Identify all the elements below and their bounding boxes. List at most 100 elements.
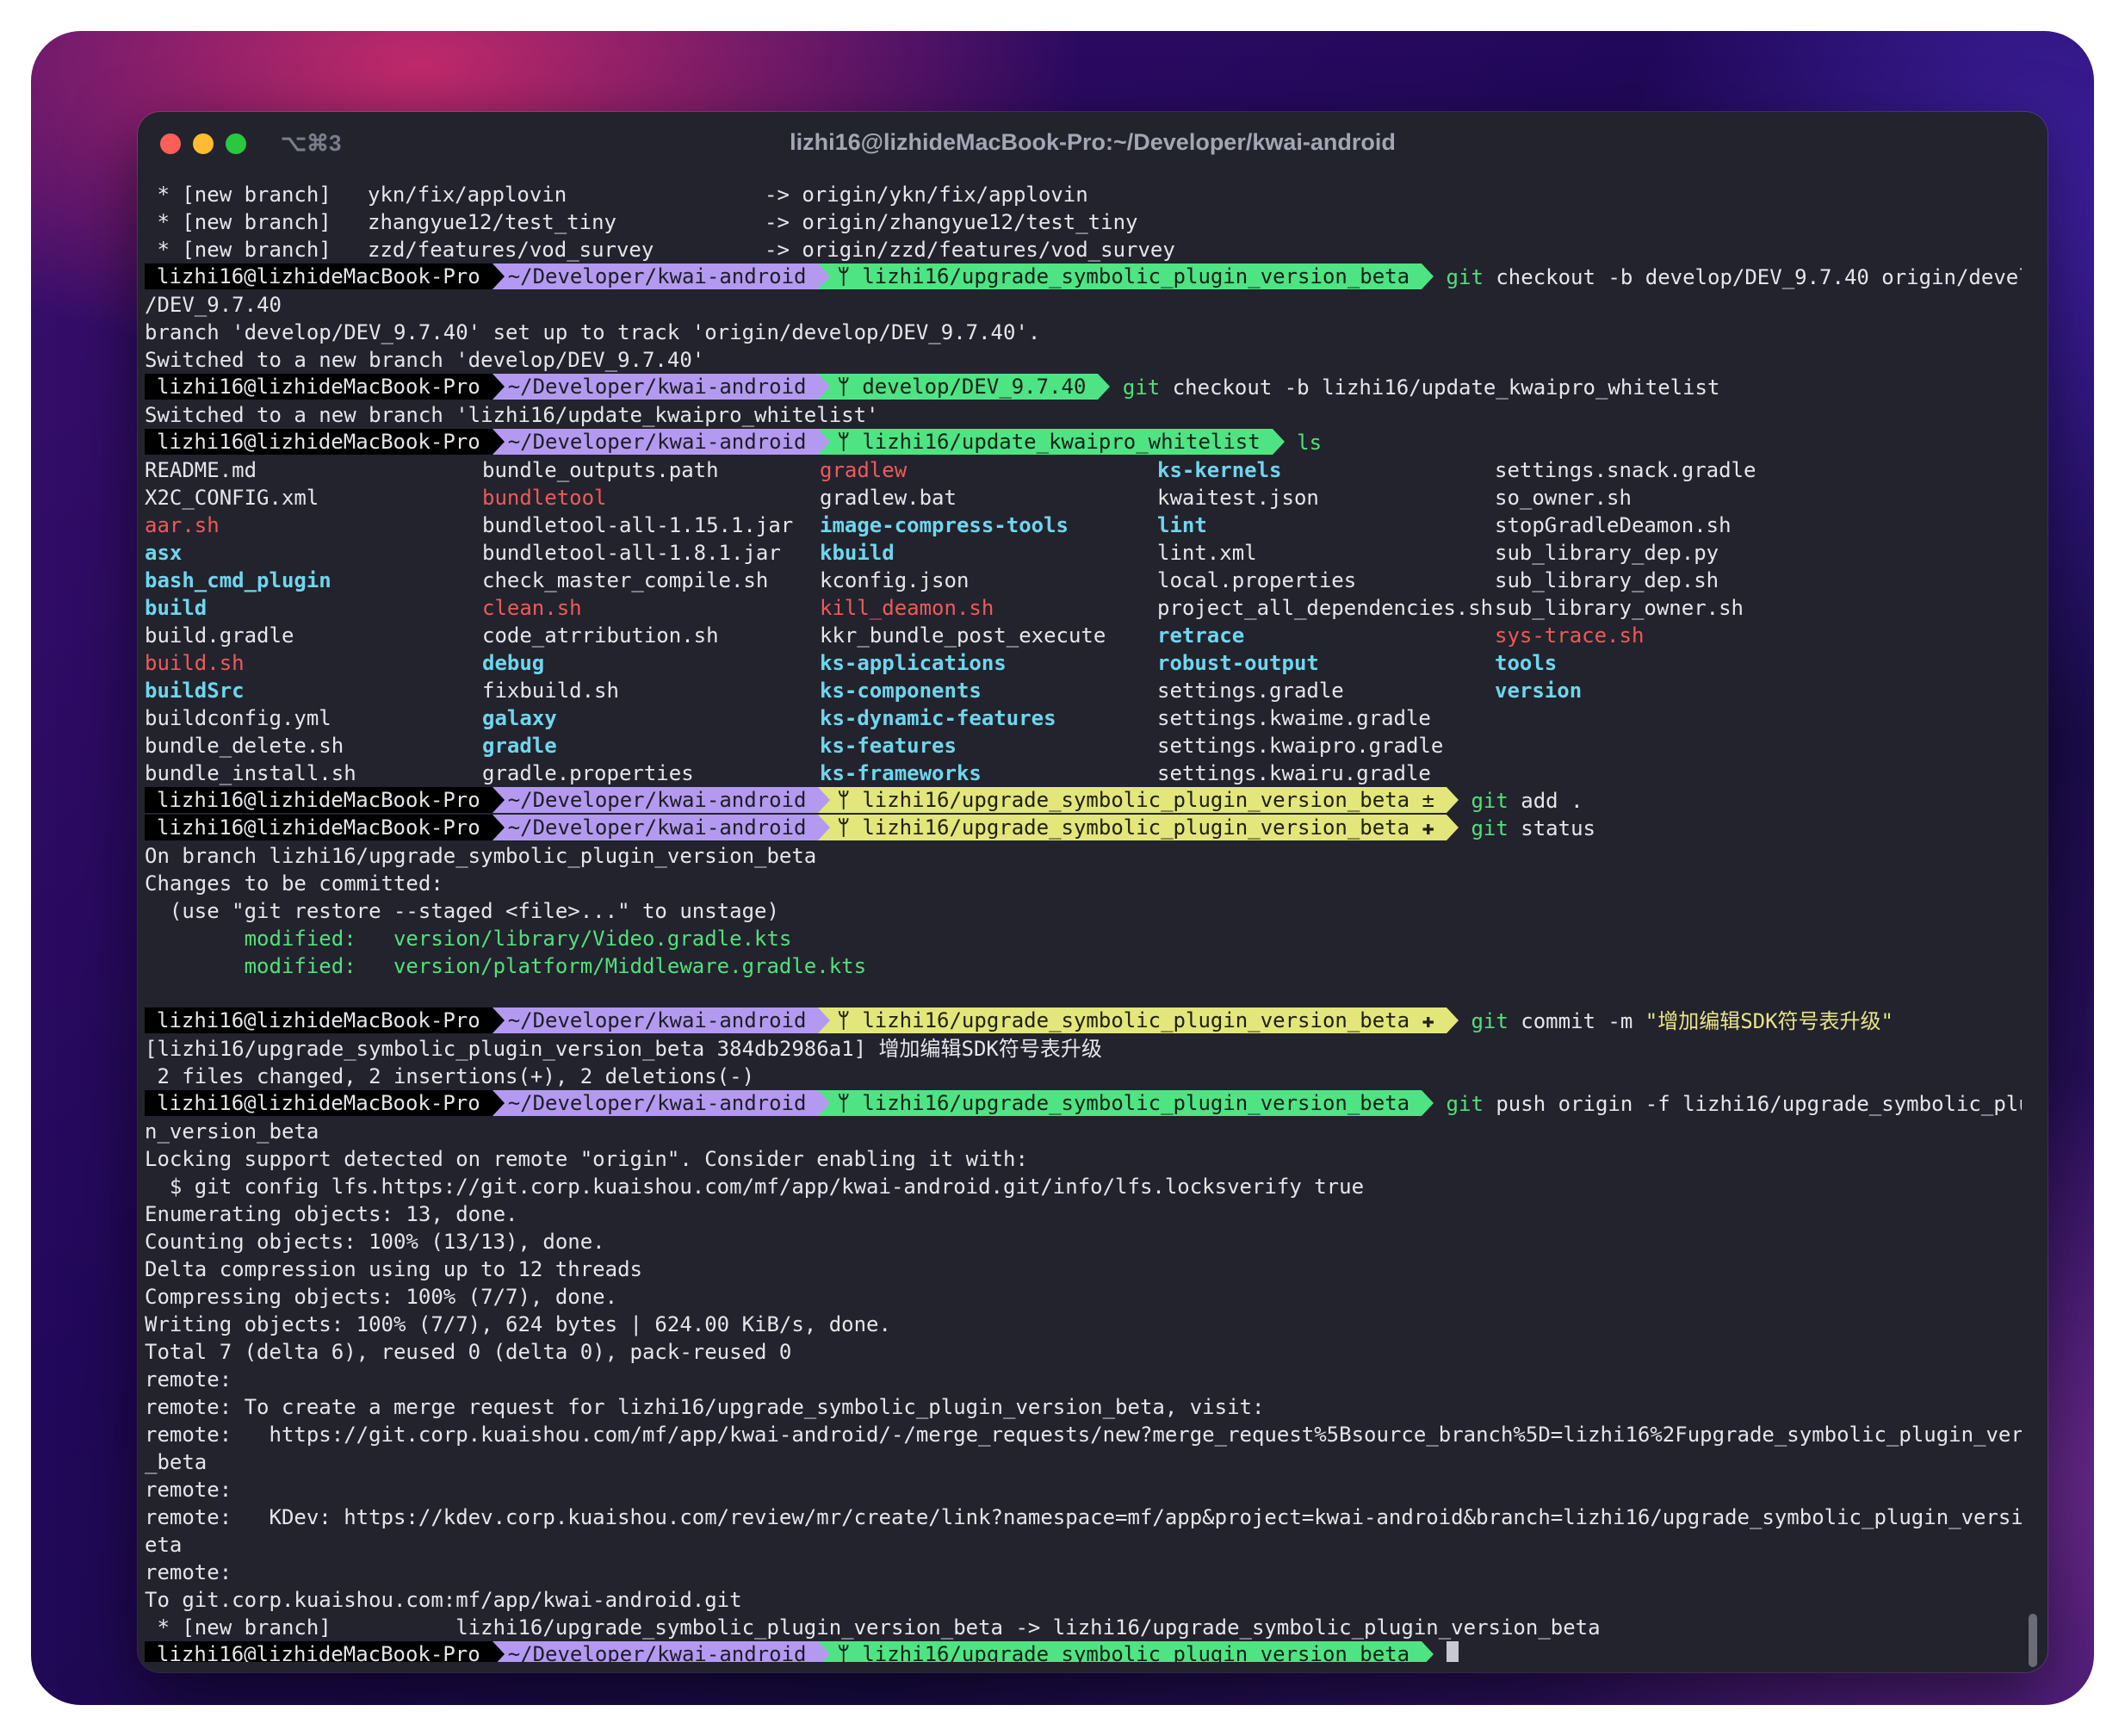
ls-entry: retrace — [1157, 623, 1245, 648]
ls-entry: debug — [482, 651, 545, 675]
ls-entry: sys-trace.sh — [1495, 623, 1645, 648]
segment-arrow — [492, 1008, 505, 1033]
output-line: [lizhi16/upgrade_symbolic_plugin_version… — [145, 1037, 1102, 1061]
ls-listing: README.md bundle_outputs.path gradlew ks-ke… — [145, 456, 2022, 787]
output-line: Switched to a new branch 'develop/DEV_9.… — [145, 348, 705, 372]
prompt-line: lizhi16@lizhideMacBook-Pro ~/Developer/kw… — [145, 1090, 2022, 1118]
ls-entry: kconfig.json — [820, 568, 970, 592]
output-line: eta — [145, 1533, 183, 1557]
prompt-user: lizhi16@lizhideMacBook-Pro — [145, 1090, 493, 1116]
fetch-local-branch: ykn/fix/applovin — [368, 183, 567, 207]
output-line: remote: To create a merge request for li… — [145, 1395, 1265, 1419]
ls-entry: build.sh — [145, 651, 245, 675]
ls-entry: kwaitest.json — [1157, 486, 1319, 510]
fetch-line: * [new branch] zhangyue12/test_tiny -> ori… — [145, 208, 2022, 236]
fetch-local-branch: zzd/features/vod_survey — [368, 238, 654, 262]
ls-entry: bash_cmd_plugin — [145, 568, 331, 592]
commit-message: "增加编辑SDK符号表升级" — [1645, 1009, 1894, 1033]
command-args: add . — [1521, 789, 1583, 813]
branch-name: lizhi16/upgrade_symbolic_plugin_version_… — [862, 1642, 1410, 1662]
output-line: Counting objects: 100% (13/13), done. — [145, 1230, 605, 1254]
segment-arrow — [492, 787, 505, 813]
command-name: git — [1446, 1092, 1484, 1116]
prompt-path: ~/Developer/kwai-android — [492, 374, 819, 400]
fetch-remote-branch: -> origin/zzd/features/vod_survey — [765, 238, 1175, 262]
prompt-git-branch: ᛘ develop/DEV_9.7.40 — [818, 374, 1099, 400]
terminal-window[interactable]: ⌥⌘3 lizhi16@lizhideMacBook-Pro:~/Develop… — [138, 112, 2048, 1672]
command-args: checkout -b develop/DEV_9.7.40 origin/de… — [1496, 265, 2022, 289]
ls-entry: gradlew.bat — [820, 486, 957, 510]
branch-icon: ᛘ — [837, 815, 863, 840]
command-name: git — [1471, 789, 1509, 813]
ls-entry: lint.xml — [1157, 541, 1257, 565]
branch-icon: ᛘ — [837, 375, 863, 399]
prompt-line-current[interactable]: lizhi16@lizhideMacBook-Pro ~/Developer/kw… — [145, 1641, 2022, 1662]
segment-arrow — [818, 815, 831, 840]
prompt-user: lizhi16@lizhideMacBook-Pro — [145, 1008, 493, 1033]
output-line: 2 files changed, 2 insertions(+), 2 dele… — [145, 1064, 755, 1088]
output-line: _beta — [145, 1450, 208, 1474]
prompt-git-branch: ᛘ lizhi16/upgrade_symbolic_plugin_versio… — [818, 1008, 1447, 1033]
fetch-line: * [new branch] zzd/features/vod_survey -> … — [145, 236, 2022, 264]
ls-entry: sub_library_dep.sh — [1495, 568, 1719, 592]
ls-entry: fixbuild.sh — [482, 679, 619, 703]
text-cursor[interactable] — [1446, 1641, 1459, 1662]
segment-arrow — [492, 1090, 505, 1116]
ls-entry: sub_library_owner.sh — [1495, 596, 1744, 620]
output-line: (use "git restore --staged <file>..." to… — [145, 899, 779, 923]
ls-entry: stopGradleDeamon.sh — [1495, 513, 1732, 537]
segment-arrow — [492, 429, 505, 455]
ls-entry — [1495, 732, 1832, 760]
prompt-path: ~/Developer/kwai-android — [492, 815, 819, 840]
output-line: Writing objects: 100% (7/7), 624 bytes |… — [145, 1312, 891, 1336]
title-bar[interactable]: ⌥⌘3 lizhi16@lizhideMacBook-Pro:~/Develop… — [138, 112, 2048, 177]
ls-entry: bundletool-all-1.15.1.jar — [482, 513, 794, 537]
output-line: To git.corp.kuaishou.com:mf/app/kwai-and… — [145, 1588, 742, 1612]
ls-entry: ks-components — [820, 679, 982, 703]
ls-entry: robust-output — [1157, 651, 1319, 675]
prompt-user: lizhi16@lizhideMacBook-Pro — [145, 1641, 493, 1662]
fetch-status: * [new branch] — [145, 183, 331, 207]
output-line: branch 'develop/DEV_9.7.40' set up to tr… — [145, 320, 1041, 344]
segment-arrow — [492, 815, 505, 840]
prompt-path: ~/Developer/kwai-android — [492, 787, 819, 813]
ls-entry: project_all_dependencies.sh — [1157, 596, 1494, 620]
branch-name: lizhi16/upgrade_symbolic_plugin_version_… — [862, 788, 1434, 812]
terminal-output[interactable]: * [new branch] ykn/fix/applovin -> origin/… — [145, 181, 2022, 1662]
fetch-local-branch: zhangyue12/test_tiny — [368, 210, 616, 234]
segment-arrow — [818, 429, 831, 455]
segment-arrow — [492, 1641, 505, 1662]
window-title: lizhi16@lizhideMacBook-Pro:~/Developer/k… — [790, 129, 1396, 155]
prompt-path: ~/Developer/kwai-android — [492, 429, 819, 455]
output-line: remote: — [145, 1560, 232, 1584]
push-output: Locking support detected on remote "orig… — [145, 1145, 2022, 1641]
branch-name: lizhi16/update_kwaipro_whitelist — [862, 430, 1261, 454]
output-line: remote: https://git.corp.kuaishou.com/mf… — [145, 1423, 2022, 1447]
prompt-user: lizhi16@lizhideMacBook-Pro — [145, 815, 493, 840]
prompt-git-branch: ᛘ lizhi16/upgrade_symbolic_plugin_versio… — [818, 1641, 1422, 1662]
branch-icon: ᛘ — [837, 1008, 863, 1032]
prompt-line: lizhi16@lizhideMacBook-Pro ~/Developer/kw… — [145, 374, 2022, 401]
command-name: git — [1471, 816, 1509, 840]
ls-entry: code_atrribution.sh — [482, 623, 719, 648]
prompt-line: lizhi16@lizhideMacBook-Pro ~/Developer/kw… — [145, 815, 2022, 842]
ls-entry: ks-features — [820, 734, 957, 758]
prompt-git-branch: ᛘ lizhi16/upgrade_symbolic_plugin_versio… — [818, 264, 1422, 289]
ls-entry: bundletool-all-1.8.1.jar — [482, 541, 781, 565]
ls-entry: kkr_bundle_post_execute — [820, 623, 1106, 648]
prompt-path: ~/Developer/kwai-android — [492, 1090, 819, 1116]
ls-entry: tools — [1495, 651, 1558, 675]
branch-icon: ᛘ — [837, 1642, 863, 1662]
ls-entry: build.gradle — [145, 623, 294, 648]
segment-arrow — [1447, 1008, 1459, 1033]
ls-entry: ks-applications — [820, 651, 1007, 675]
segment-arrow — [818, 787, 831, 813]
ls-entry: bundle_delete.sh — [145, 734, 344, 758]
output-line: Changes to be committed: — [145, 871, 443, 896]
ls-entry: kill_deamon.sh — [820, 596, 994, 620]
prompt-path: ~/Developer/kwai-android — [492, 1641, 819, 1662]
scrollbar-thumb[interactable] — [2029, 1614, 2037, 1667]
output-line: Delta compression using up to 12 threads — [145, 1257, 642, 1281]
segment-arrow — [818, 1008, 831, 1033]
segment-arrow — [1447, 787, 1459, 813]
